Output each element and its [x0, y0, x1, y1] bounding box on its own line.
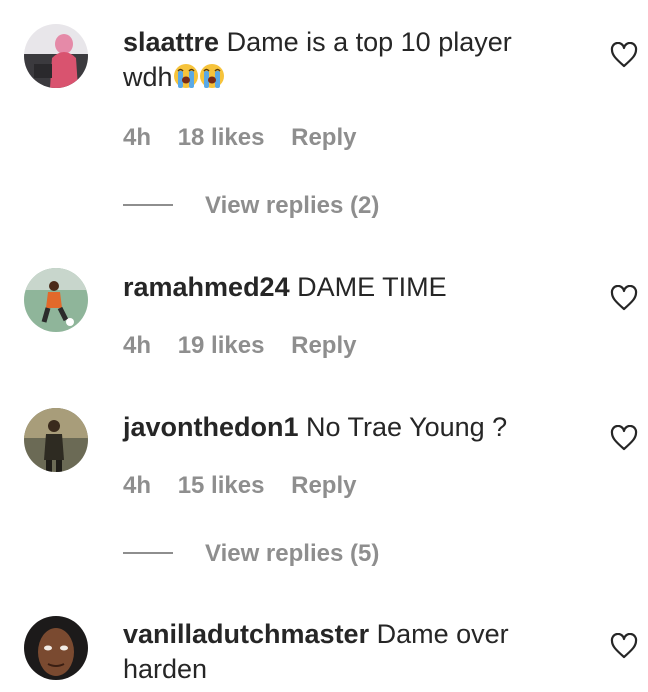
- heart-icon[interactable]: [610, 41, 638, 68]
- avatar[interactable]: [24, 24, 88, 88]
- view-replies-label: View replies (5): [205, 540, 380, 567]
- comment-username[interactable]: slaattre: [123, 27, 219, 57]
- reply-button[interactable]: Reply: [291, 472, 356, 499]
- divider-line: [123, 551, 173, 554]
- comment-time: 4h: [123, 472, 152, 499]
- comment-username[interactable]: vanilladutchmaster: [123, 619, 369, 649]
- comment-meta: 4h 18 likes Reply: [123, 124, 376, 152]
- loudly-crying-face-icon: [199, 63, 225, 98]
- comment-likes[interactable]: 18 likes: [178, 124, 265, 151]
- comment-body: DAME TIME: [297, 272, 447, 302]
- heart-icon[interactable]: [610, 424, 638, 451]
- comment-likes[interactable]: 15 likes: [178, 472, 265, 499]
- comment-username[interactable]: ramahmed24: [123, 272, 290, 302]
- comment-meta: 4h 15 likes Reply: [123, 472, 376, 500]
- reply-button[interactable]: Reply: [291, 124, 356, 151]
- comment-likes[interactable]: 19 likes: [178, 332, 265, 359]
- divider-line: [123, 203, 173, 206]
- view-replies-label: View replies (2): [205, 192, 380, 219]
- avatar[interactable]: [24, 408, 88, 472]
- loudly-crying-face-icon: [173, 63, 199, 98]
- avatar[interactable]: [24, 616, 88, 680]
- comment-text: ramahmed24 DAME TIME: [123, 270, 563, 305]
- comment-text: slaattre Dame is a top 10 player wdh: [123, 25, 563, 98]
- comment-time: 4h: [123, 124, 152, 151]
- heart-icon[interactable]: [610, 284, 638, 311]
- view-replies-button[interactable]: View replies (2): [123, 192, 379, 220]
- avatar[interactable]: [24, 268, 88, 332]
- reply-button[interactable]: Reply: [291, 332, 356, 359]
- comment-username[interactable]: javonthedon1: [123, 412, 299, 442]
- view-replies-button[interactable]: View replies (5): [123, 540, 379, 568]
- comment-text: vanilladutchmaster Dame over harden: [123, 617, 563, 687]
- heart-icon[interactable]: [610, 632, 638, 659]
- comment-time: 4h: [123, 332, 152, 359]
- comment-meta: 4h 19 likes Reply: [123, 332, 376, 360]
- comment-body: No Trae Young ?: [306, 412, 508, 442]
- comment-text: javonthedon1 No Trae Young ?: [123, 410, 563, 445]
